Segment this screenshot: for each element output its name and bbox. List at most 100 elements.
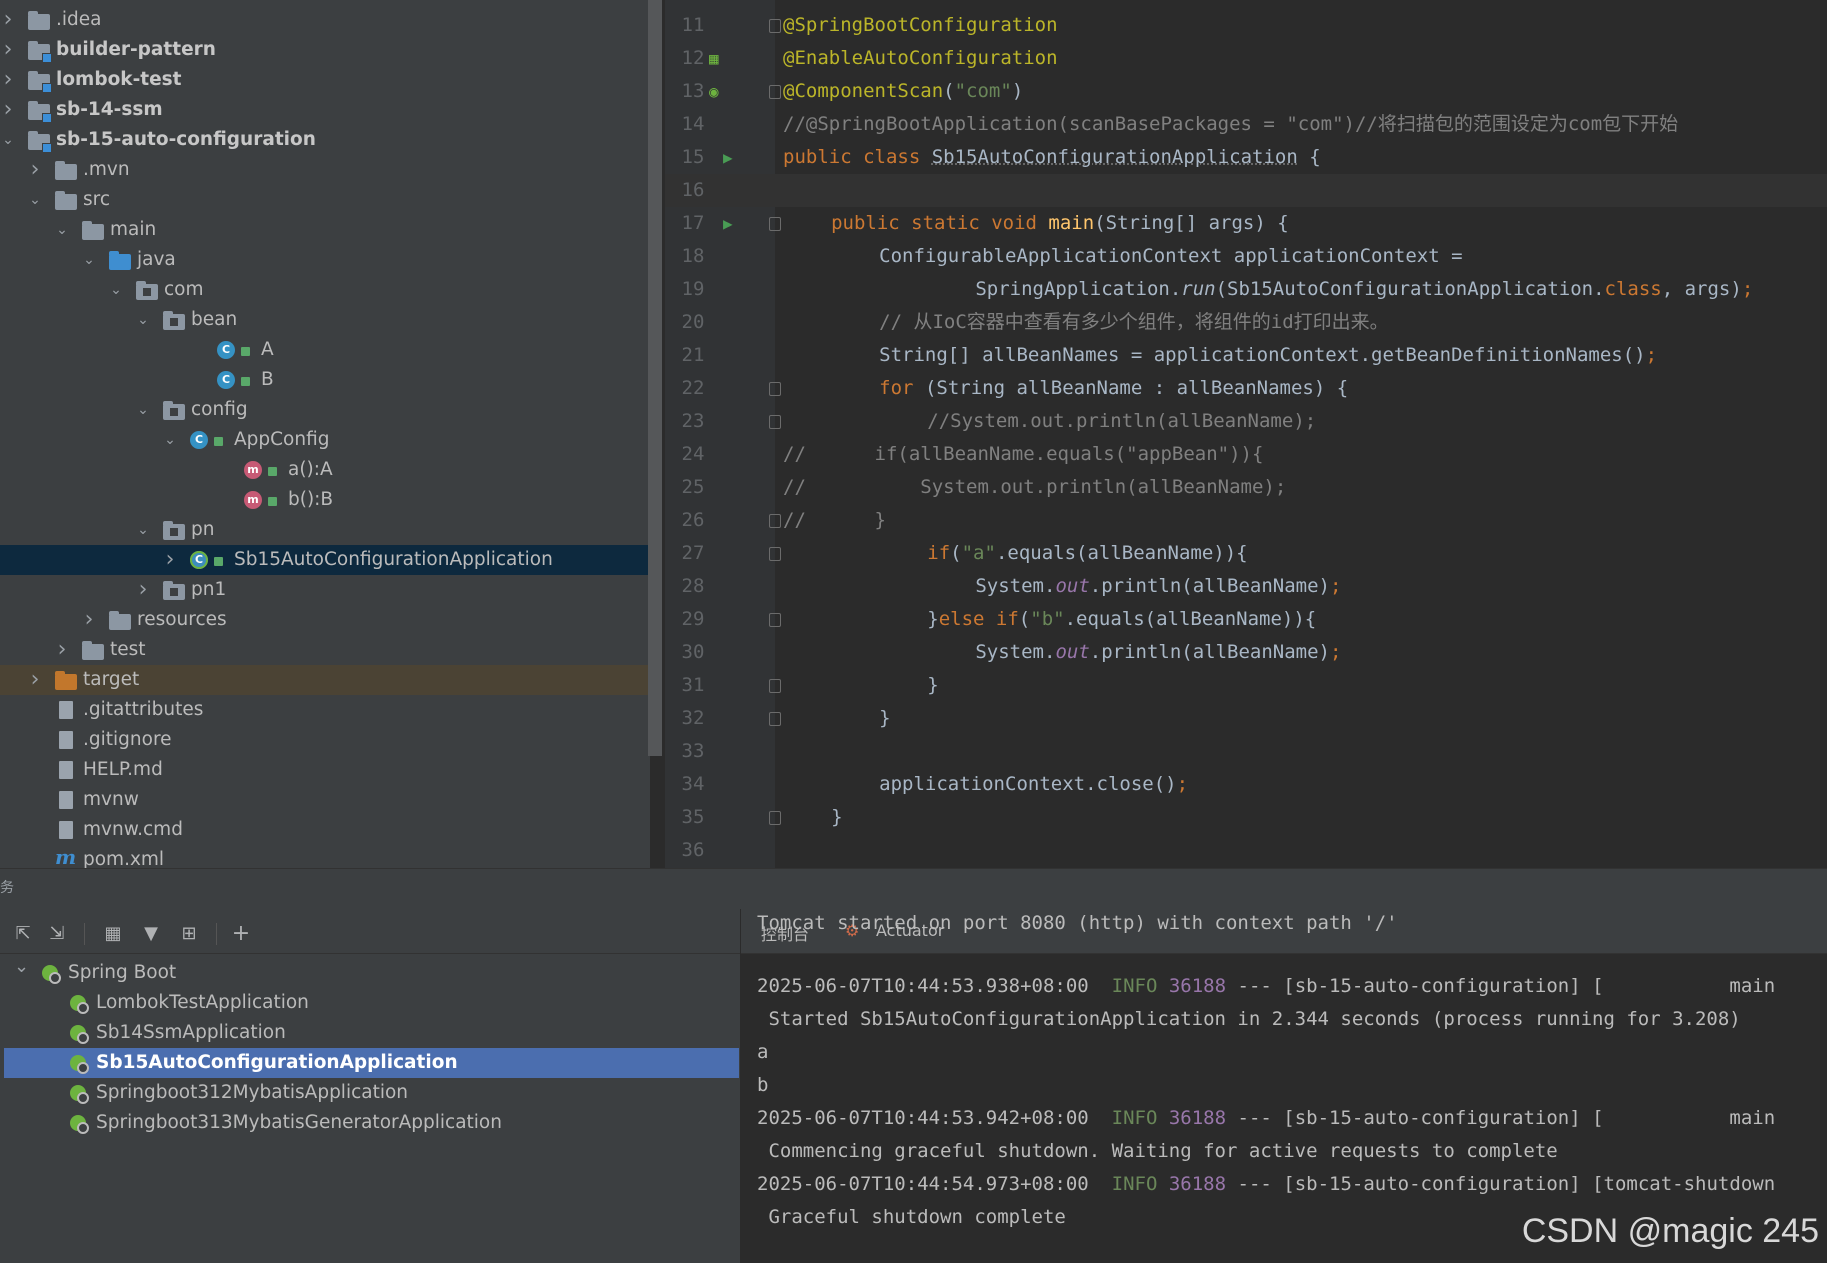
code-line[interactable]: 33 <box>665 735 1827 768</box>
code-line[interactable]: 31} <box>665 669 1827 702</box>
tree-item[interactable]: › test <box>0 635 650 665</box>
code-line[interactable]: 22 for (String allBeanName : allBeanNames… <box>665 372 1827 405</box>
services-root[interactable]: ⌄ Spring Boot <box>4 956 739 988</box>
chevron-down-icon[interactable]: ⌄ <box>136 515 150 545</box>
code-line[interactable]: 30 System.out.println(allBeanName); <box>665 636 1827 669</box>
code-line[interactable]: 28 System.out.println(allBeanName); <box>665 570 1827 603</box>
console-line[interactable]: Graceful shutdown complete <box>757 1201 1065 1234</box>
tree-item[interactable]: › sb-14-ssm <box>0 95 650 125</box>
tree-item[interactable]: ⌄ pn <box>0 515 650 545</box>
chevron-down-icon[interactable]: ⌄ <box>82 245 96 275</box>
console-line[interactable]: 2025-06-07T10:44:54.973+08:00 INFO 36188… <box>757 1168 1775 1201</box>
tree-item[interactable]: CB <box>0 365 650 395</box>
tree-item[interactable]: m b():B <box>0 485 650 515</box>
filter-icon[interactable]: ▼ <box>138 921 164 947</box>
service-item[interactable]: Springboot313MybatisGeneratorApplication <box>4 1108 739 1138</box>
tree-item[interactable]: ⌄ bean <box>0 305 650 335</box>
new-service-icon[interactable]: ⊞ <box>176 921 202 947</box>
code-line[interactable]: 36 <box>665 834 1827 867</box>
group-icon[interactable]: ▦ <box>100 921 126 947</box>
tree-item[interactable]: .gitignore <box>0 725 650 755</box>
chevron-right-icon[interactable]: › <box>1 35 15 65</box>
fold-marker-icon[interactable] <box>769 712 781 726</box>
chevron-right-icon[interactable]: › <box>1 95 15 125</box>
code-line[interactable]: 27 if("a".equals(allBeanName)){ <box>665 537 1827 570</box>
fold-marker-icon[interactable] <box>769 415 781 429</box>
service-item[interactable]: Sb15AutoConfigurationApplication <box>4 1048 739 1078</box>
service-item[interactable]: Springboot312MybatisApplication <box>4 1078 739 1108</box>
chevron-down-icon[interactable]: ⌄ <box>28 185 42 215</box>
project-tree-scrollbar[interactable] <box>648 0 662 756</box>
chevron-right-icon[interactable]: › <box>82 605 96 635</box>
tree-item[interactable]: ⌄ com <box>0 275 650 305</box>
code-line[interactable]: 29}else if("b".equals(allBeanName)){ <box>665 603 1827 636</box>
tree-item[interactable]: ⌄ java <box>0 245 650 275</box>
run-console[interactable]: 控制台 ⚙ Actuator Tomcat started on port 80… <box>741 909 1827 1263</box>
fold-marker-icon[interactable] <box>769 382 781 396</box>
tree-item[interactable]: m a():A <box>0 455 650 485</box>
fold-marker-icon[interactable] <box>769 811 781 825</box>
tree-item[interactable]: › pn1 <box>0 575 650 605</box>
chevron-down-icon[interactable]: ⌄ <box>136 395 150 425</box>
tree-item[interactable]: › builder-pattern <box>0 35 650 65</box>
tree-item[interactable]: › .idea <box>0 5 650 35</box>
console-line[interactable]: Tomcat started on port 8080 (http) with … <box>757 909 1398 940</box>
tree-item[interactable]: ⌄ config <box>0 395 650 425</box>
code-line[interactable]: 25 // System.out.println(allBeanName); <box>665 471 1827 504</box>
fold-marker-icon[interactable] <box>769 514 781 528</box>
chevron-down-icon[interactable]: ⌄ <box>55 215 69 245</box>
console-line[interactable]: 2025-06-07T10:44:53.942+08:00 INFO 36188… <box>757 1102 1775 1135</box>
tree-item[interactable]: › lombok-test <box>0 65 650 95</box>
chevron-down-icon[interactable]: ⌄ <box>14 952 29 982</box>
fold-marker-icon[interactable] <box>769 679 781 693</box>
code-line[interactable]: 35} <box>665 801 1827 834</box>
code-line[interactable]: 34 applicationContext.close(); <box>665 768 1827 801</box>
add-icon[interactable]: + <box>228 921 254 947</box>
code-line[interactable]: 20 // 从IoC容器中查看有多少个组件，将组件的id打印出来。 <box>665 306 1827 339</box>
console-line[interactable]: Commencing graceful shutdown. Waiting fo… <box>757 1135 1557 1168</box>
code-line[interactable]: 24 // if(allBeanName.equals("appBean")){ <box>665 438 1827 471</box>
chevron-down-icon[interactable]: ⌄ <box>136 305 150 335</box>
fold-marker-icon[interactable] <box>769 547 781 561</box>
console-line[interactable]: b <box>757 1069 768 1102</box>
code-line[interactable]: 23 //System.out.println(allBeanName); <box>665 405 1827 438</box>
run-gutter-icon[interactable]: ▶ <box>723 207 733 240</box>
fold-marker-icon[interactable] <box>769 19 781 33</box>
chevron-right-icon[interactable]: › <box>28 155 42 185</box>
console-line[interactable]: Started Sb15AutoConfigurationApplication… <box>757 1003 1740 1036</box>
chevron-right-icon[interactable]: › <box>1 5 15 35</box>
code-line[interactable]: 14 //@SpringBootApplication(scanBasePacka… <box>665 108 1827 141</box>
service-item[interactable]: LombokTestApplication <box>4 988 739 1018</box>
tree-item[interactable]: ⌄ main <box>0 215 650 245</box>
tree-item[interactable]: ⌄ C AppConfig <box>0 425 650 455</box>
code-line[interactable]: 11 @SpringBootConfiguration <box>665 9 1827 42</box>
console-line[interactable]: 2025-06-07T10:44:53.938+08:00 INFO 36188… <box>757 970 1775 1003</box>
chevron-down-icon[interactable]: ⌄ <box>1 125 15 155</box>
chevron-right-icon[interactable]: › <box>1 65 15 95</box>
code-line[interactable]: 13 ◉ @ComponentScan("com") <box>665 75 1827 108</box>
chevron-right-icon[interactable]: › <box>55 635 69 665</box>
chevron-down-icon[interactable]: ⌄ <box>163 425 177 455</box>
code-line[interactable]: 18 ConfigurableApplicationContext applica… <box>665 240 1827 273</box>
tree-item[interactable]: › C Sb15AutoConfigurationApplication <box>0 545 650 575</box>
tree-item[interactable]: ⌄ sb-15-auto-configuration <box>0 125 650 155</box>
chevron-right-icon[interactable]: › <box>136 575 150 605</box>
fold-marker-icon[interactable] <box>769 217 781 231</box>
expand-all-icon[interactable]: ⇱ <box>10 921 36 947</box>
chevron-down-icon[interactable]: ⌄ <box>109 275 123 305</box>
code-line[interactable]: 17 ▶ public static void main(String[] args… <box>665 207 1827 240</box>
code-editor[interactable]: 11 @SpringBootConfiguration 12 ▦ @EnableAuto… <box>665 0 1827 868</box>
code-line[interactable]: 12 ▦ @EnableAutoConfiguration <box>665 42 1827 75</box>
tree-item[interactable]: › target <box>0 665 650 695</box>
chevron-right-icon[interactable]: › <box>163 545 177 575</box>
code-line[interactable]: 21 String[] allBeanNames = applicationCon… <box>665 339 1827 372</box>
run-gutter-icon[interactable]: ▶ <box>723 141 733 174</box>
fold-marker-icon[interactable] <box>769 613 781 627</box>
tree-item[interactable]: mvnw <box>0 785 650 815</box>
fold-marker-icon[interactable] <box>769 85 781 99</box>
code-line[interactable]: 32} <box>665 702 1827 735</box>
code-line[interactable]: 26 // } <box>665 504 1827 537</box>
spring-config-icon[interactable]: ▦ <box>709 42 719 75</box>
tree-item[interactable]: HELP.md <box>0 755 650 785</box>
tree-item[interactable]: › .mvn <box>0 155 650 185</box>
